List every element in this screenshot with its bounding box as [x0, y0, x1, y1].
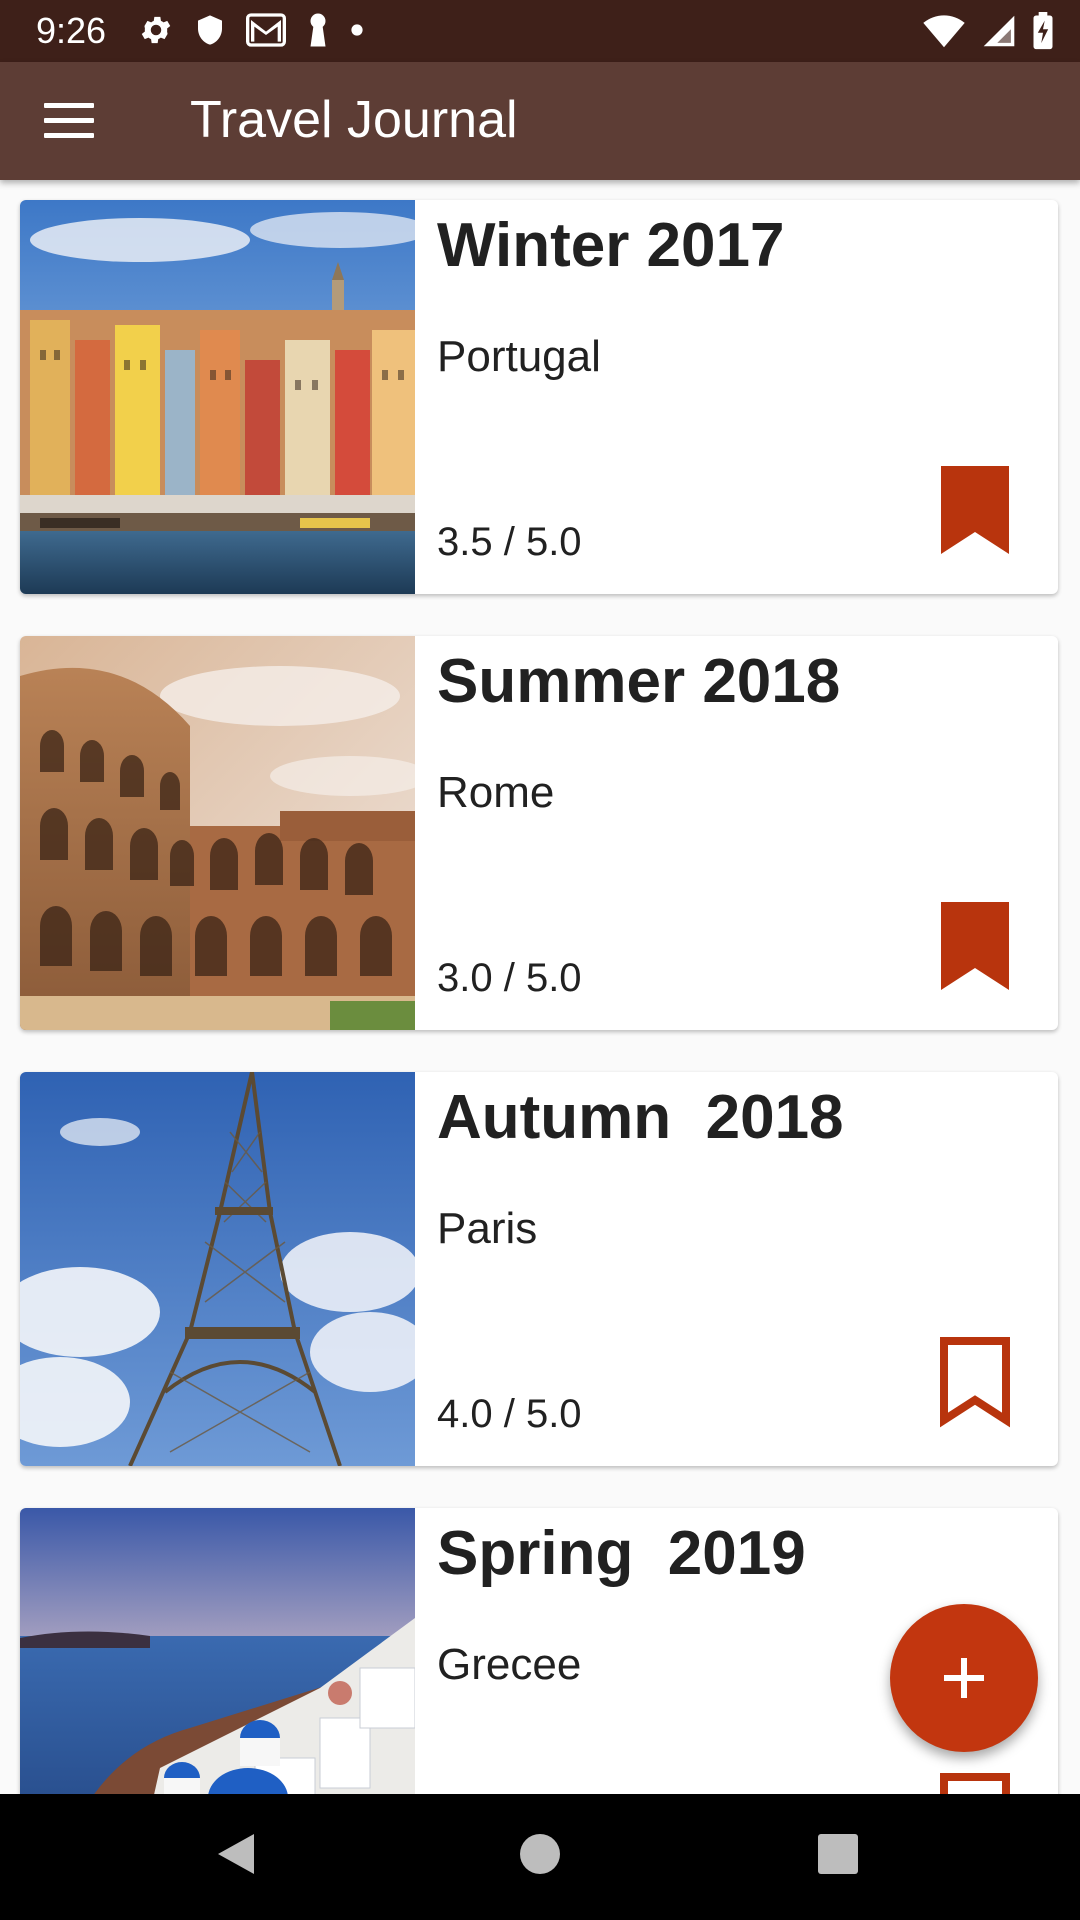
back-icon[interactable]: [214, 1830, 258, 1878]
trip-season: Winter 2017: [437, 211, 785, 280]
status-time: 9:26: [36, 10, 107, 51]
dot-icon: [351, 24, 363, 36]
trip-season: Summer 2018: [437, 647, 841, 716]
trip-list[interactable]: Winter 2017 Portugal 3.5 / 5.0 Summer 20…: [0, 180, 1080, 1794]
trip-rating: 3.0 / 5.0: [437, 956, 582, 1000]
shield-icon: [198, 15, 222, 45]
home-icon[interactable]: [520, 1834, 560, 1874]
trip-place: Portugal: [437, 332, 601, 381]
add-trip-button[interactable]: [890, 1604, 1038, 1752]
trip-season: Autumn 2018: [437, 1083, 844, 1152]
trip-photo-rome: [20, 636, 415, 1030]
settings-icon: [141, 16, 171, 44]
gmail-icon: [246, 13, 286, 47]
app-title: Travel Journal: [190, 91, 518, 149]
trip-photo-greece: [20, 1508, 415, 1794]
bookmark-outline-icon[interactable]: [937, 1770, 1013, 1794]
trip-rating: 3.5 / 5.0: [437, 520, 582, 564]
trip-place: Rome: [437, 768, 555, 817]
trip-photo-portugal: [20, 200, 415, 594]
status-bar: 9:26: [0, 0, 1080, 62]
trip-place: Grecee: [437, 1640, 582, 1689]
bookmark-filled-icon[interactable]: [937, 898, 1013, 994]
app-bar: Travel Journal: [0, 62, 1080, 180]
trip-card[interactable]: Summer 2018 Rome 3.0 / 5.0: [20, 636, 1058, 1030]
trip-place: Paris: [437, 1204, 538, 1253]
wifi-icon: [923, 15, 965, 48]
keyhole-icon: [310, 13, 326, 47]
status-notification-icons: [138, 12, 364, 48]
plus-icon: [944, 1658, 984, 1698]
trip-photo-paris: [20, 1072, 415, 1466]
trip-card[interactable]: Autumn 2018 Paris 4.0 / 5.0: [20, 1072, 1058, 1466]
bookmark-outline-icon[interactable]: [937, 1334, 1013, 1430]
trip-rating: 4.0 / 5.0: [437, 1392, 582, 1436]
battery-icon: [1033, 12, 1053, 50]
trip-season: Spring 2019: [437, 1519, 806, 1588]
bookmark-filled-icon[interactable]: [937, 462, 1013, 558]
recents-icon[interactable]: [818, 1834, 858, 1874]
hamburger-menu-icon[interactable]: [44, 90, 104, 150]
system-nav-bar: [0, 1794, 1080, 1920]
signal-icon: [983, 15, 1015, 47]
status-system-icons: [922, 12, 1054, 50]
trip-card[interactable]: Winter 2017 Portugal 3.5 / 5.0: [20, 200, 1058, 594]
